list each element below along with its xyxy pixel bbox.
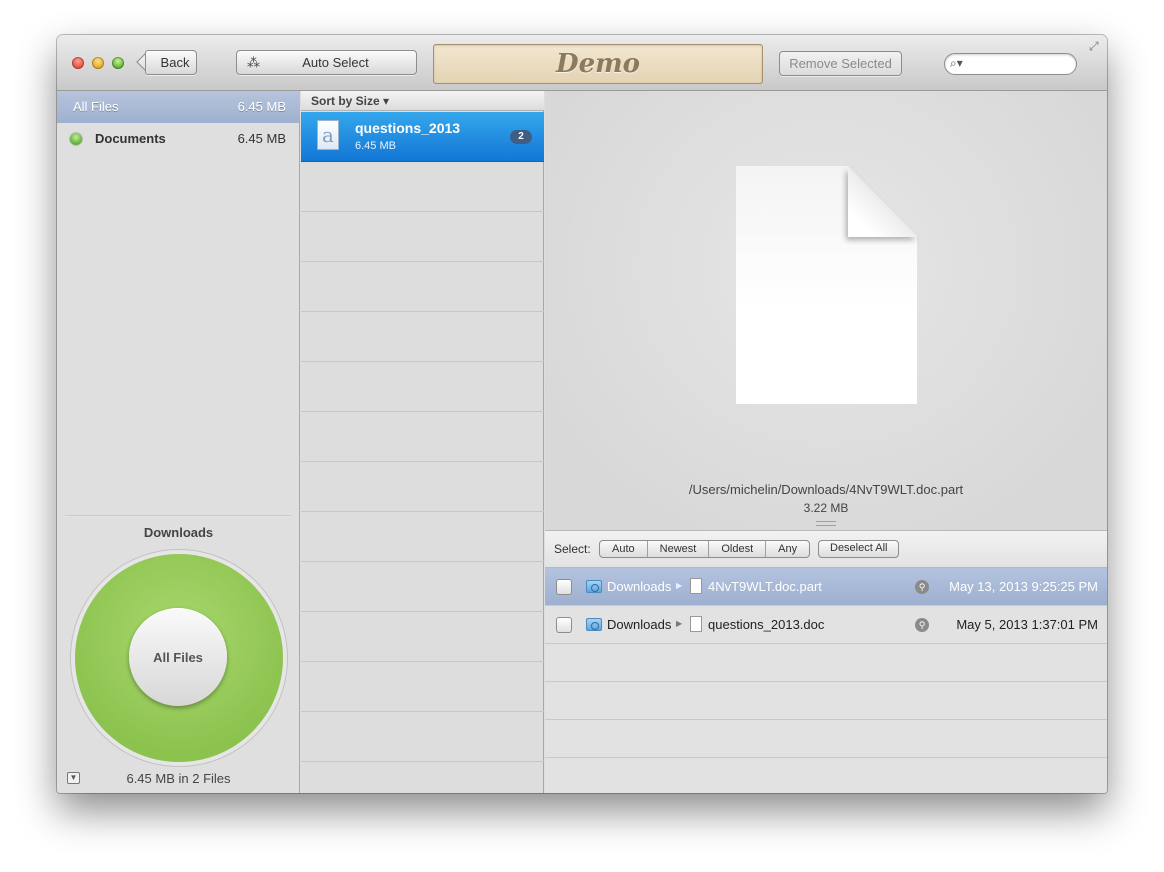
file-checkbox[interactable]: [556, 617, 572, 633]
select-oldest-button[interactable]: Oldest: [709, 541, 767, 557]
toolbar: Back ⁂ Auto Select Demo Remove Selected …: [57, 35, 1107, 91]
file-preview-pane: /Users/michelin/Downloads/4NvT9WLT.doc.p…: [545, 91, 1107, 530]
center-label: All Files: [153, 649, 203, 665]
empty-row: [301, 712, 544, 762]
back-button-label: Back: [160, 55, 190, 70]
file-icon: [690, 578, 702, 594]
sidebar-item-label: All Files: [73, 99, 119, 114]
empty-row: [301, 762, 544, 793]
empty-row: [545, 720, 1107, 758]
splitter-handle[interactable]: [816, 521, 836, 526]
sidebar-item-documents[interactable]: Documents 6.45 MB: [57, 123, 300, 155]
section-divider: [65, 515, 292, 517]
category-color-dot-icon: [70, 133, 82, 145]
file-date: May 5, 2013 1:37:01 PM: [956, 617, 1098, 632]
folder-name[interactable]: Downloads: [607, 579, 671, 594]
sort-label: Sort by Size ▾: [311, 94, 390, 108]
page-curl-icon: [848, 166, 917, 237]
demo-label: Demo: [556, 49, 640, 79]
auto-select-button[interactable]: ⁂ Auto Select: [236, 50, 417, 75]
empty-row: [301, 462, 544, 512]
empty-row: [301, 562, 544, 612]
empty-row: [301, 412, 544, 462]
empty-row: [301, 662, 544, 712]
search-input[interactable]: ⌕▾: [944, 53, 1077, 75]
empty-row: [301, 212, 544, 262]
file-icon: [690, 616, 702, 632]
sidebar: All Files 6.45 MB Documents 6.45 MB Down…: [57, 91, 300, 793]
auto-select-label: Auto Select: [302, 55, 369, 70]
file-name[interactable]: questions_2013.doc: [708, 617, 824, 632]
list-item[interactable]: a questions_2013 6.45 MB 2: [301, 112, 544, 162]
downloads-folder-icon: [586, 580, 602, 593]
remove-selected-button[interactable]: Remove Selected: [779, 51, 902, 76]
select-auto-button[interactable]: Auto: [600, 541, 648, 557]
empty-row: [545, 758, 1107, 793]
minimize-window-button[interactable]: [92, 57, 104, 69]
select-mode-segmented-control[interactable]: Auto Newest Oldest Any: [599, 540, 811, 558]
file-date: May 13, 2013 9:25:25 PM: [949, 579, 1098, 594]
select-newest-button[interactable]: Newest: [648, 541, 710, 557]
group-size: 6.45 MB: [355, 140, 396, 152]
select-any-button[interactable]: Any: [766, 541, 809, 557]
close-window-button[interactable]: [72, 57, 84, 69]
table-row[interactable]: Downloads ▶ 4NvT9WLT.doc.part ⚲ May 13, …: [545, 568, 1107, 606]
empty-row: [301, 262, 544, 312]
summary-footer: 6.45 MB in 2 Files: [126, 771, 231, 786]
sidebar-item-size: 6.45 MB: [237, 99, 286, 114]
path-separator-icon: ▶: [676, 619, 683, 628]
back-button[interactable]: Back: [145, 50, 197, 75]
duplicate-files-table: Downloads ▶ 4NvT9WLT.doc.part ⚲ May 13, …: [545, 568, 1107, 793]
duplicate-groups-list: Sort by Size ▾ a questions_2013 6.45 MB …: [301, 91, 544, 793]
empty-row: [301, 512, 544, 562]
deselect-all-button[interactable]: Deselect All: [818, 540, 900, 558]
quick-look-icon[interactable]: ⚲: [915, 618, 929, 632]
location-label: Downloads: [143, 525, 214, 540]
select-bar: Select: Auto Newest Oldest Any Deselect …: [545, 530, 1107, 568]
app-window: Back ⁂ Auto Select Demo Remove Selected …: [57, 35, 1107, 793]
demo-banner: Demo: [433, 44, 763, 84]
select-label: Select:: [554, 542, 591, 556]
empty-row: [301, 312, 544, 362]
empty-row: [545, 682, 1107, 720]
sidebar-item-label: Documents: [95, 131, 166, 146]
empty-row: [545, 644, 1107, 682]
zoom-window-button[interactable]: [112, 57, 124, 69]
search-icon: ⌕▾: [950, 56, 963, 70]
empty-row: [301, 162, 544, 212]
preview-file-size: 3.22 MB: [803, 501, 849, 515]
path-separator-icon: ▶: [676, 581, 683, 590]
sidebar-item-all-files[interactable]: All Files 6.45 MB: [57, 91, 300, 123]
sidebar-item-size: 6.45 MB: [237, 131, 286, 146]
all-files-center-button[interactable]: All Files: [129, 608, 227, 706]
sort-by-size-control[interactable]: Sort by Size ▾: [301, 91, 544, 111]
empty-row: [301, 362, 544, 412]
remove-selected-label: Remove Selected: [789, 56, 892, 71]
fullscreen-icon[interactable]: ⤢: [1089, 39, 1099, 54]
magic-wand-icon: ⁂: [247, 55, 260, 70]
empty-row: [301, 612, 544, 662]
quick-look-icon[interactable]: ⚲: [915, 580, 929, 594]
table-row[interactable]: Downloads ▶ questions_2013.doc ⚲ May 5, …: [545, 606, 1107, 644]
group-name: questions_2013: [355, 120, 461, 136]
folder-name[interactable]: Downloads: [607, 617, 671, 632]
downloads-folder-icon: [586, 618, 602, 631]
document-file-icon: a: [317, 120, 339, 150]
file-checkbox[interactable]: [556, 579, 572, 595]
duplicate-count-badge: 2: [510, 130, 532, 144]
preview-file-path: /Users/michelin/Downloads/4NvT9WLT.doc.p…: [688, 482, 964, 497]
file-name[interactable]: 4NvT9WLT.doc.part: [708, 579, 822, 594]
